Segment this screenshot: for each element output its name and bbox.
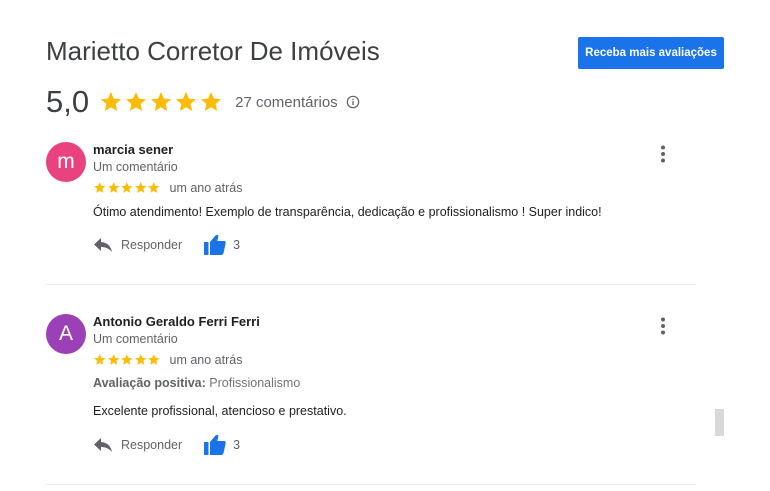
divider — [46, 484, 696, 485]
like-button[interactable]: 3 — [204, 234, 240, 255]
reviewer-review-count: Um comentário — [93, 160, 178, 174]
star-icon — [107, 181, 121, 195]
more-vert-icon — [661, 145, 665, 163]
attribute-label: Avaliação positiva: — [93, 376, 206, 390]
thumbs-up-icon — [204, 434, 226, 455]
review-rating-row: um ano atrás — [93, 353, 242, 367]
review-text: Ótimo atendimento! Exemplo de transparên… — [93, 205, 602, 219]
review-attribute: Avaliação positiva: Profissionalismo — [93, 376, 300, 390]
get-more-reviews-button[interactable]: Receba mais avaliações — [578, 37, 724, 69]
star-icon — [93, 181, 107, 195]
star-icon — [147, 353, 161, 367]
reply-icon — [94, 237, 112, 252]
star-icon — [124, 90, 148, 114]
star-icon — [147, 181, 161, 195]
rating-summary: 5,0 27 comentários — [46, 84, 360, 120]
thumbs-up-icon — [204, 234, 226, 255]
reviewer-review-count: Um comentário — [93, 332, 178, 346]
star-icon — [174, 90, 198, 114]
review-text: Excelente profissional, atencioso e pres… — [93, 404, 347, 418]
star-icon — [107, 353, 121, 367]
avatar[interactable]: A — [46, 314, 86, 354]
reply-icon — [94, 437, 112, 452]
review-time: um ano atrás — [169, 353, 243, 367]
scrollbar-thumb[interactable] — [715, 409, 724, 436]
review-actions: Responder 3 — [93, 234, 240, 255]
star-icon — [120, 181, 134, 195]
avatar[interactable]: m — [46, 142, 86, 182]
star-icon — [149, 90, 173, 114]
info-icon[interactable] — [346, 95, 360, 109]
reply-button[interactable]: Responder — [93, 237, 182, 253]
like-count: 3 — [233, 437, 241, 452]
star-icon — [134, 353, 148, 367]
more-options-button[interactable] — [653, 144, 673, 164]
star-icon — [93, 353, 107, 367]
review-actions: Responder 3 — [93, 434, 240, 455]
page-title: Marietto Corretor De Imóveis — [46, 36, 380, 66]
rating-stars — [99, 90, 223, 114]
reply-label: Responder — [121, 237, 183, 252]
star-icon — [134, 181, 148, 195]
reply-label: Responder — [121, 437, 183, 452]
attribute-value: Profissionalismo — [209, 376, 301, 390]
divider — [46, 284, 696, 285]
review-stars — [93, 353, 161, 367]
more-vert-icon — [661, 317, 665, 335]
review-card: m marcia sener Um comentário um ano atrá… — [46, 142, 696, 262]
review-count-link[interactable]: 27 comentários — [235, 94, 338, 111]
star-icon — [120, 353, 134, 367]
review-stars — [93, 181, 161, 195]
star-icon — [99, 90, 123, 114]
average-rating: 5,0 — [46, 84, 90, 119]
like-count: 3 — [233, 237, 241, 252]
reviewer-name[interactable]: Antonio Geraldo Ferri Ferri — [93, 314, 260, 329]
more-options-button[interactable] — [653, 316, 673, 336]
review-time: um ano atrás — [169, 181, 243, 195]
reply-button[interactable]: Responder — [93, 437, 182, 453]
reviewer-name[interactable]: marcia sener — [93, 142, 173, 157]
review-rating-row: um ano atrás — [93, 181, 242, 195]
review-card: A Antonio Geraldo Ferri Ferri Um comentá… — [46, 314, 696, 464]
star-icon — [199, 90, 223, 114]
like-button[interactable]: 3 — [204, 434, 240, 455]
